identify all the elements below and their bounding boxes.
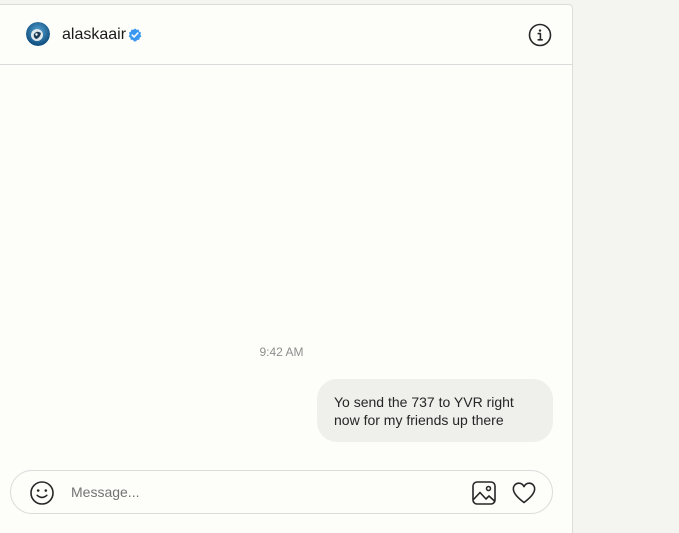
chat-panel: alaskaair 9:42 AM Yo send the 737 to YVR… [0,4,573,533]
chat-username[interactable]: alaskaair [62,25,126,45]
chat-header: alaskaair [0,5,572,65]
info-icon[interactable] [528,23,552,47]
message-composer [10,470,553,514]
message-input[interactable] [71,479,461,505]
alaska-airlines-logo-icon [26,22,50,46]
sent-message-bubble[interactable]: Yo send the 737 to YVR right now for my … [317,379,553,442]
avatar[interactable] [26,22,50,46]
message-timestamp: 9:42 AM [259,345,304,359]
emoji-icon[interactable] [29,480,55,506]
verified-badge-icon [128,28,142,42]
image-icon[interactable] [471,480,497,506]
heart-icon[interactable] [511,480,537,506]
